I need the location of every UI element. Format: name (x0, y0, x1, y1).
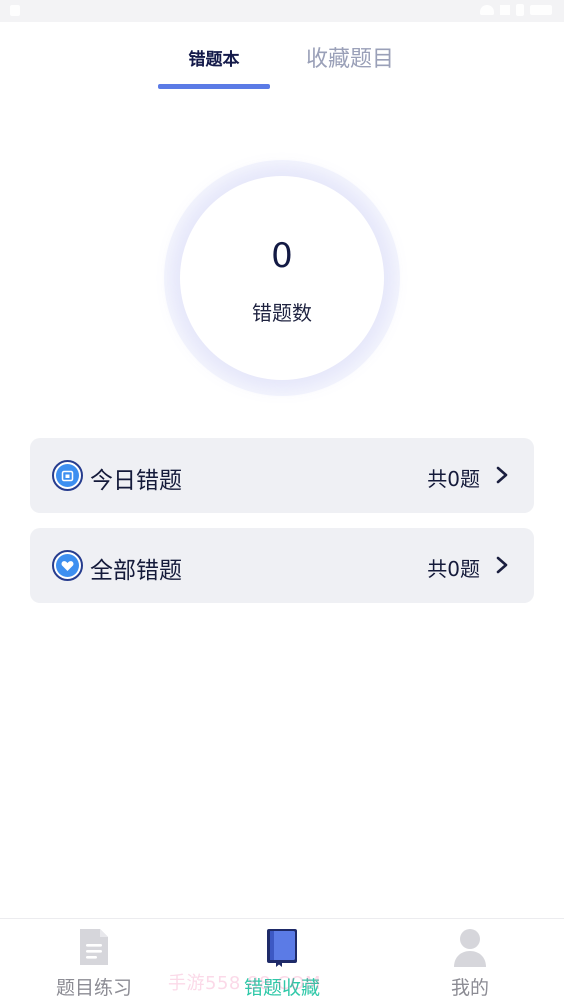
today-wrong-card[interactable]: 今日错题 共0题 (30, 438, 534, 513)
user-icon (454, 929, 486, 967)
heart-icon (52, 550, 83, 581)
tab-favorites-label: 收藏题目 (305, 47, 394, 72)
all-wrong-card[interactable]: 全部错题 共0题 (30, 528, 534, 603)
all-wrong-title: 全部错题 (90, 558, 182, 584)
wrong-count-label: 错题数 (252, 301, 312, 325)
active-tab-indicator (158, 84, 270, 89)
battery-icon (516, 4, 524, 16)
tab-wrong-book[interactable]: 错题本 (158, 22, 270, 92)
chevron-right-icon (496, 556, 508, 574)
today-wrong-title: 今日错题 (90, 468, 182, 494)
nav-mine[interactable]: 我的 (400, 919, 540, 1002)
document-icon (80, 929, 108, 965)
wrong-count-value: 0 (271, 236, 293, 276)
calendar-icon (52, 460, 83, 491)
chevron-right-icon (496, 466, 508, 484)
nav-question-practice-label: 题目练习 (55, 977, 132, 999)
tab-wrong-book-label: 错题本 (188, 49, 240, 70)
watermark-text: 手游558 88.COM (168, 973, 321, 994)
status-bar (0, 0, 564, 22)
wrong-count-circle (180, 176, 384, 380)
tab-favorites[interactable]: 收藏题目 (290, 22, 410, 92)
today-wrong-count: 共0题 (427, 467, 480, 491)
nav-question-practice[interactable]: 题目练习 (24, 919, 164, 1002)
all-wrong-count: 共0题 (427, 557, 480, 581)
clock-icon (530, 5, 552, 15)
top-tabs: 错题本 收藏题目 (0, 22, 564, 92)
book-icon (267, 929, 297, 967)
status-icons (480, 4, 552, 16)
signal-icon (500, 5, 510, 15)
nav-mine-label: 我的 (450, 977, 489, 999)
wifi-icon (480, 5, 494, 15)
notification-icon (10, 5, 20, 16)
